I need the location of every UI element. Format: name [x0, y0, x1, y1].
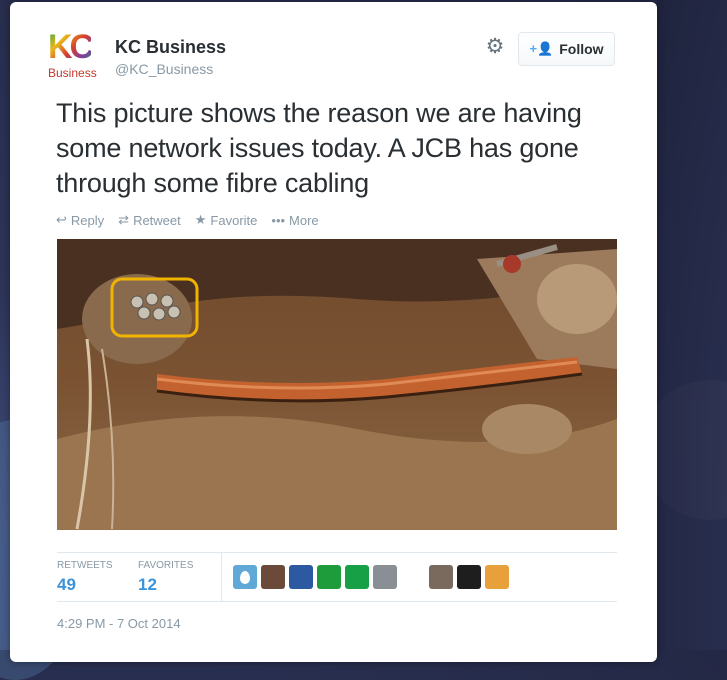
tweet-photo[interactable] — [57, 239, 617, 530]
group-photo-avatar[interactable] — [429, 565, 453, 589]
follow-label: Follow — [559, 41, 604, 57]
gear-icon[interactable]: ⚙ — [484, 36, 506, 58]
badge-avatar[interactable] — [485, 565, 509, 589]
retweets-count[interactable]: 49 — [57, 575, 76, 595]
retweet-icon: ⇄ — [118, 212, 130, 227]
author-handle[interactable]: @KC_Business — [115, 61, 213, 77]
background-gradient — [657, 0, 727, 650]
photo-avatar-gray[interactable] — [373, 565, 397, 589]
more-label: More — [289, 212, 319, 228]
tweet-timestamp[interactable]: 4:29 PM - 7 Oct 2014 — [57, 616, 181, 631]
sign-avatar-green2[interactable] — [345, 565, 369, 589]
favorite-button[interactable]: ★ Favorite — [195, 212, 258, 228]
more-button[interactable]: ••• More — [271, 212, 318, 228]
star-icon: ★ — [194, 212, 207, 227]
follow-person-icon: +👤 — [529, 41, 554, 56]
dark-avatar[interactable] — [457, 565, 481, 589]
profile-avatar[interactable]: KC Business — [48, 30, 104, 80]
retweet-label: Retweet — [133, 212, 181, 228]
photo-avatar[interactable] — [261, 565, 285, 589]
follow-button[interactable]: +👤 Follow — [518, 32, 615, 66]
excavation-photo — [57, 239, 617, 530]
retweet-button[interactable]: ⇄ Retweet — [118, 212, 181, 228]
author-name[interactable]: KC Business — [115, 37, 226, 58]
retweets-label: RETWEETS — [57, 560, 113, 571]
landscape-avatar[interactable] — [289, 565, 313, 589]
tweet-text: This picture shows the reason we are hav… — [56, 98, 582, 198]
divider — [57, 601, 617, 602]
favorites-count[interactable]: 12 — [138, 575, 157, 595]
favorites-label: FAVORITES — [138, 560, 194, 571]
divider — [57, 552, 617, 553]
sign-avatar-green[interactable] — [317, 565, 341, 589]
logo-subtext: Business — [48, 66, 97, 80]
divider — [221, 553, 222, 601]
crown-avatar[interactable] — [401, 565, 425, 589]
egg-avatar[interactable] — [233, 565, 257, 589]
logo-text: KC — [48, 28, 94, 66]
egg-icon — [240, 570, 250, 584]
reply-icon: ↩ — [56, 212, 67, 227]
favorited-by-avatars — [233, 565, 509, 589]
reply-button[interactable]: ↩ Reply — [56, 212, 104, 228]
tweet-actions: ↩ Reply ⇄ Retweet ★ Favorite ••• More — [56, 212, 319, 228]
favorite-label: Favorite — [210, 212, 258, 228]
more-icon: ••• — [271, 212, 286, 228]
reply-label: Reply — [70, 212, 105, 228]
